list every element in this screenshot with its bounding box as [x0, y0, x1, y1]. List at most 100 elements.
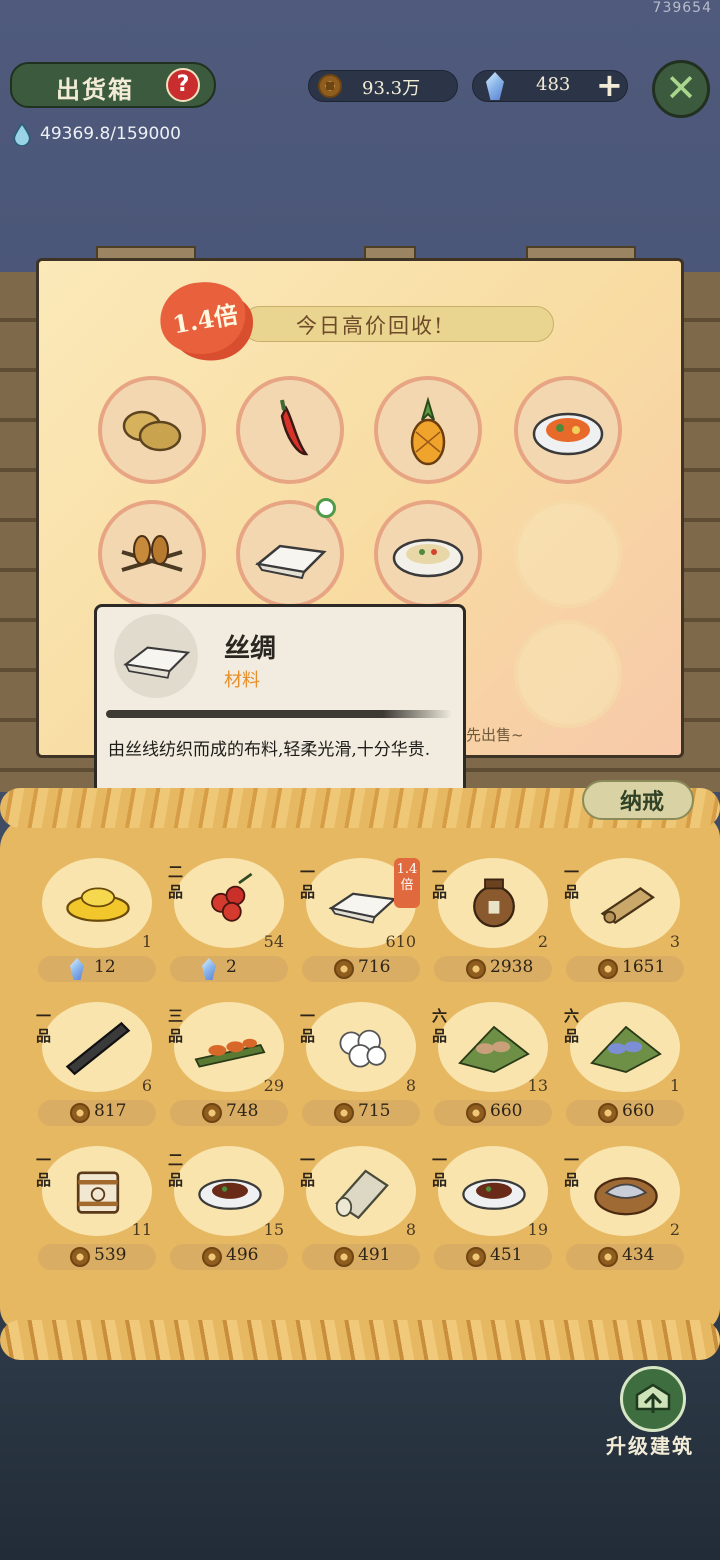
banner-title: 今日高价回收!	[296, 314, 445, 338]
noodle-salad-plate-icon	[392, 538, 464, 578]
item-quantity: 15	[263, 1220, 284, 1239]
item-grade: 一品	[432, 1151, 448, 1189]
storage-tab-label: 纳戒	[620, 789, 665, 815]
coin-icon	[318, 74, 342, 98]
slot-skewers[interactable]	[98, 500, 206, 608]
item-grade: 一品	[564, 1151, 580, 1189]
coin-amount: 93.3万	[362, 78, 421, 99]
item-quantity: 1	[141, 932, 152, 951]
coin-icon	[334, 959, 354, 979]
storage-item[interactable]: 一品 11 539	[36, 1144, 158, 1278]
selected-check-icon	[316, 498, 336, 518]
storage-item[interactable]: 一品 8 715	[300, 1000, 422, 1134]
item-price: 451	[490, 1245, 523, 1265]
silk-cloth-icon	[123, 646, 191, 679]
storage-item[interactable]: 一品 2 2938	[432, 856, 554, 990]
item-price: 434	[622, 1245, 655, 1265]
item-quantity: 11	[131, 1220, 152, 1239]
item-quantity: 8	[405, 1220, 416, 1239]
gem-amount: 483	[536, 74, 571, 95]
item-price: 817	[94, 1101, 127, 1121]
storage-item[interactable]: 三品 29 748	[168, 1000, 290, 1134]
coin-icon	[598, 1247, 618, 1267]
tooltip-title: 丝绸	[224, 634, 277, 664]
ink-divider	[106, 710, 452, 718]
item-price: 660	[490, 1101, 523, 1121]
capacity-readout: 49369.8/159000	[40, 124, 181, 144]
potato-icon	[122, 410, 182, 452]
upgrade-building-label: 升级建筑	[606, 1434, 694, 1458]
item-quantity: 13	[527, 1076, 548, 1095]
slot-noodle-salad[interactable]	[374, 500, 482, 608]
storage-item[interactable]: 二品 54 2	[168, 856, 290, 990]
storage-item[interactable]: 一品 19 451	[432, 1144, 554, 1278]
item-quantity: 3	[669, 932, 680, 951]
storage-item[interactable]: 一品 8 491	[300, 1144, 422, 1278]
stir-fry-dish-icon	[532, 412, 604, 456]
empty-slot[interactable]	[514, 500, 622, 608]
item-grade: 一品	[36, 1007, 52, 1045]
item-grade: 一品	[564, 863, 580, 901]
item-quantity: 2	[669, 1220, 680, 1239]
item-price: 715	[358, 1101, 391, 1121]
coin-icon	[466, 1247, 486, 1267]
item-grade: 一品	[300, 1151, 316, 1189]
item-quantity: 19	[527, 1220, 548, 1239]
building-upgrade-icon	[635, 1383, 671, 1413]
silk-cloth-icon	[255, 544, 327, 580]
coin-icon	[202, 1247, 222, 1267]
slot-chili[interactable]	[236, 376, 344, 484]
item-price: 716	[358, 957, 391, 977]
coin-icon	[598, 959, 618, 979]
item-multiplier-badge: 1.4倍	[394, 858, 420, 908]
storage-item[interactable]: 一品 6 817	[36, 1000, 158, 1134]
help-icon[interactable]: ?	[166, 68, 200, 102]
grilled-skewers-icon	[121, 535, 183, 572]
empty-slot[interactable]	[514, 620, 622, 728]
item-price: 748	[226, 1101, 259, 1121]
item-price: 1651	[622, 957, 666, 977]
slot-pineapple[interactable]	[374, 376, 482, 484]
item-grade: 六品	[432, 1007, 448, 1045]
coin-icon	[334, 1103, 354, 1123]
board-hint-text: 先出售~	[466, 726, 524, 744]
upgrade-building-button[interactable]	[620, 1366, 686, 1432]
storage-item[interactable]: 二品 15 496	[168, 1144, 290, 1278]
pineapple-icon	[410, 396, 446, 466]
water-drop-icon	[13, 122, 31, 146]
coin-icon	[466, 1103, 486, 1123]
item-grade: 一品	[300, 863, 316, 901]
item-quantity: 29	[263, 1076, 284, 1095]
item-grade: 二品	[168, 1151, 184, 1189]
add-gems-icon[interactable]: +	[596, 69, 623, 101]
storage-item[interactable]: 一品 2 434	[564, 1144, 686, 1278]
storage-item[interactable]: 六品 1 660	[564, 1000, 686, 1134]
item-price: 2938	[490, 957, 534, 977]
item-grade: 一品	[300, 1007, 316, 1045]
coin-icon	[70, 1103, 90, 1123]
tooltip-category: 材料	[224, 670, 260, 691]
item-quantity: 1	[669, 1076, 680, 1095]
item-grade: 三品	[168, 1007, 184, 1045]
item-grade: 二品	[168, 863, 184, 901]
coin-icon	[334, 1247, 354, 1267]
coin-icon	[202, 1103, 222, 1123]
coin-icon	[598, 1103, 618, 1123]
tooltip-description: 由丝线纺织而成的布料,轻柔光滑,十分华贵.	[108, 740, 431, 760]
storage-item[interactable]: 一品 3 1651	[564, 856, 686, 990]
item-quantity: 2	[537, 932, 548, 951]
item-grade: 六品	[564, 1007, 580, 1045]
coin-icon	[466, 959, 486, 979]
storage-item[interactable]: 六品 13 660	[432, 1000, 554, 1134]
page-title: 出货箱	[56, 75, 134, 104]
close-button[interactable]: ✕	[652, 60, 710, 118]
tooltip-icon-frame	[114, 614, 198, 698]
item-price: 539	[94, 1245, 127, 1265]
storage-item[interactable]: 1 12	[36, 856, 158, 990]
slot-stir-fry[interactable]	[514, 376, 622, 484]
item-price: 660	[622, 1101, 655, 1121]
item-price: 2	[226, 957, 237, 977]
item-quantity: 8	[405, 1076, 416, 1095]
slot-potato[interactable]	[98, 376, 206, 484]
item-quantity: 610	[385, 932, 416, 951]
